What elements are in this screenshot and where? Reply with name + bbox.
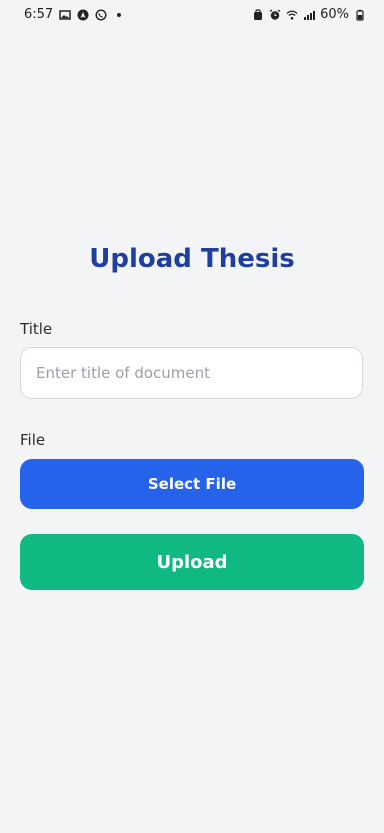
page-title: Upload Thesis [89,244,295,274]
alarm-clock-icon [269,9,281,21]
notification-dot-icon [117,12,122,17]
navigation-icon [77,9,89,21]
status-left: 6:57 [24,7,122,22]
battery-percent: 60% [320,7,349,22]
title-input[interactable] [20,347,363,399]
status-bar: 6:57 60% [0,0,384,32]
title-label: Title [20,320,53,338]
signal-icon [303,9,316,21]
whatsapp-icon [95,8,107,21]
status-right: 60% [252,7,366,22]
upload-button[interactable]: Upload [20,534,364,590]
wifi-icon [286,9,298,21]
file-label: File [20,431,46,449]
battery-icon [354,9,366,21]
select-file-button[interactable]: Select File [20,459,364,509]
image-icon [59,9,71,21]
status-time: 6:57 [24,7,54,22]
alarm-icon [252,8,264,21]
